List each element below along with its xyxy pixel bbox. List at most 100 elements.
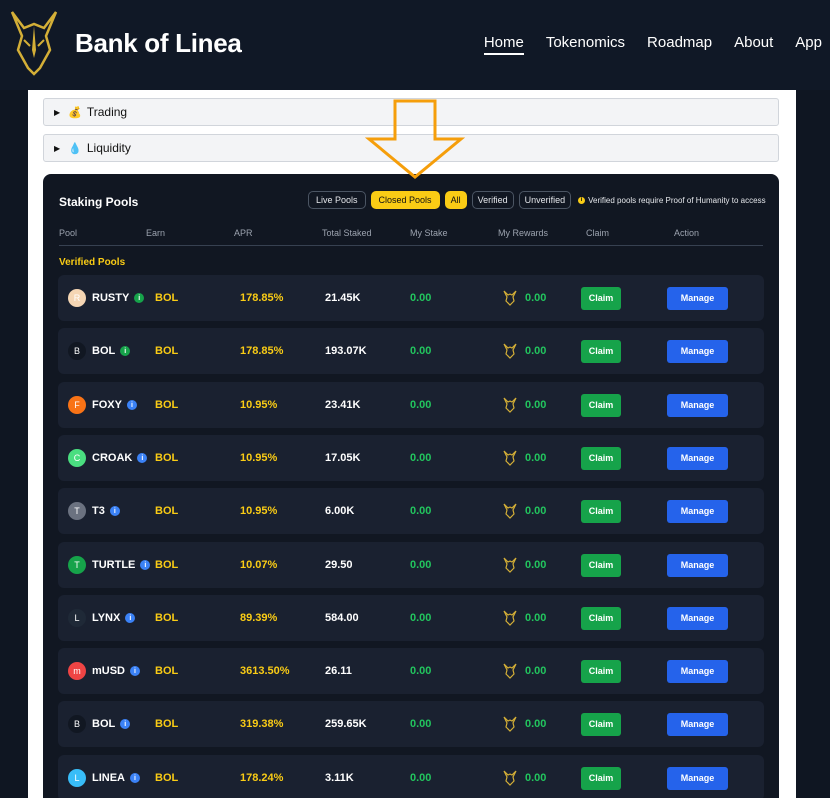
pool-name: T3 [92, 505, 105, 517]
bol-reward-icon [503, 343, 517, 359]
my-rewards-cell: 0.00 [503, 488, 546, 534]
claim-button[interactable]: Claim [581, 712, 621, 736]
total-staked-value: 17.05K [325, 452, 361, 464]
note-text: Verified pools require Proof of Humanity… [588, 195, 766, 205]
my-stake-value: 0.00 [410, 399, 432, 411]
action-cell: Manage [667, 488, 728, 534]
bol-reward-icon [503, 290, 517, 306]
claim-button[interactable]: Claim [581, 766, 621, 790]
nav-tokenomics[interactable]: Tokenomics [546, 34, 625, 55]
rhino-logo-icon[interactable] [8, 10, 60, 76]
info-icon: i [578, 196, 586, 204]
claim-cell: Claim [581, 435, 621, 481]
col-apr: APR [234, 228, 253, 238]
action-cell: Manage [667, 648, 728, 694]
accordion-label: Liquidity [86, 141, 131, 155]
manage-button[interactable]: Manage [667, 339, 728, 363]
total-staked-value: 193.07K [325, 345, 367, 357]
verified-info-icon[interactable]: i [140, 560, 151, 570]
claim-button[interactable]: Claim [581, 553, 621, 577]
filter-verified-button[interactable]: Verified [471, 191, 514, 209]
action-cell: Manage [667, 435, 728, 481]
pool-cell: T TURTLE i [68, 542, 151, 588]
verified-info-icon[interactable]: i [134, 293, 145, 303]
nav-home[interactable]: Home [483, 34, 524, 55]
action-cell: Manage [667, 382, 728, 428]
claim-button[interactable]: Claim [581, 446, 621, 470]
moneybag-icon: 💰 [68, 106, 82, 119]
brand-name: Bank of Linea [75, 28, 242, 58]
claim-button[interactable]: Claim [581, 393, 621, 417]
claim-cell: Claim [581, 542, 621, 588]
claim-button[interactable]: Claim [581, 606, 621, 630]
bol-reward-icon [503, 663, 517, 679]
claim-cell: Claim [581, 382, 621, 428]
action-cell: Manage [667, 275, 728, 321]
my-rewards-cell: 0.00 [503, 755, 546, 798]
verified-info-icon[interactable]: i [125, 613, 136, 623]
my-rewards-cell: 0.00 [503, 542, 546, 588]
claim-cell: Claim [581, 648, 621, 694]
total-staked-value: 23.41K [325, 399, 361, 411]
claim-button[interactable]: Claim [581, 339, 621, 363]
verified-info-icon[interactable]: i [109, 506, 120, 516]
linea-icon: L [68, 769, 86, 787]
verified-info-icon[interactable]: i [130, 773, 140, 783]
table-row: F FOXY i BOL 10.95% 23.41K 0.00 0.00 Cla… [58, 382, 764, 428]
filter-all-button[interactable]: All [444, 191, 467, 209]
pool-cell: F FOXY i [68, 382, 137, 428]
total-staked-value: 584.00 [325, 612, 359, 624]
manage-button[interactable]: Manage [667, 712, 728, 736]
manage-button[interactable]: Manage [667, 766, 728, 790]
live-pools-button[interactable]: Live Pools [308, 191, 366, 209]
apr-value: 10.07% [240, 559, 278, 571]
verified-info-icon[interactable]: i [126, 400, 137, 410]
apr-value: 178.85% [240, 292, 284, 304]
down-arrow-annotation-icon [365, 99, 465, 179]
my-rewards-value: 0.00 [525, 452, 547, 464]
my-rewards-cell: 0.00 [503, 595, 546, 641]
manage-button[interactable]: Manage [667, 553, 728, 577]
col-claim: Claim [586, 228, 610, 238]
claim-button[interactable]: Claim [581, 499, 621, 523]
bol-icon: B [68, 715, 86, 733]
nav-about[interactable]: About [734, 34, 773, 55]
apr-value: 319.38% [240, 718, 284, 730]
manage-button[interactable]: Manage [667, 393, 728, 417]
pool-cell: R RUSTY i [68, 275, 145, 321]
verified-info-icon[interactable]: i [137, 453, 148, 463]
bol-reward-icon [503, 716, 517, 732]
claim-button[interactable]: Claim [581, 286, 621, 310]
pool-name: LINEA [92, 772, 125, 784]
my-rewards-cell: 0.00 [503, 648, 546, 694]
my-stake-value: 0.00 [410, 612, 432, 624]
claim-cell: Claim [581, 755, 621, 798]
verified-info-icon[interactable]: i [120, 719, 131, 729]
card-title: Staking Pools [59, 195, 139, 209]
manage-button[interactable]: Manage [667, 446, 728, 470]
manage-button[interactable]: Manage [667, 659, 728, 683]
verified-info-icon[interactable]: i [130, 666, 141, 676]
verified-info-icon[interactable]: i [120, 346, 131, 356]
nav-roadmap[interactable]: Roadmap [647, 34, 712, 55]
my-stake-value: 0.00 [410, 665, 432, 677]
verification-note: i Verified pools require Proof of Humani… [578, 195, 766, 205]
total-staked-value: 259.65K [325, 718, 367, 730]
earn-token: BOL [155, 452, 179, 464]
nav-app[interactable]: App [795, 34, 822, 55]
apr-value: 3613.50% [240, 665, 290, 677]
total-staked-value: 3.11K [325, 772, 354, 784]
table-row: T T3 i BOL 10.95% 6.00K 0.00 0.00 Claim … [58, 488, 764, 534]
manage-button[interactable]: Manage [667, 499, 728, 523]
col-my-stake: My Stake [410, 228, 448, 238]
manage-button[interactable]: Manage [667, 286, 728, 310]
claim-button[interactable]: Claim [581, 659, 621, 683]
filter-unverified-button[interactable]: Unverified [518, 191, 572, 209]
table-row: R RUSTY i BOL 178.85% 21.45K 0.00 0.00 C… [58, 275, 764, 321]
pool-name: RUSTY [92, 292, 130, 304]
manage-button[interactable]: Manage [667, 606, 728, 630]
pool-cell: B BOL i [68, 328, 131, 374]
claim-cell: Claim [581, 595, 621, 641]
claim-cell: Claim [581, 275, 621, 321]
closed-pools-button[interactable]: Closed Pools [370, 191, 440, 209]
